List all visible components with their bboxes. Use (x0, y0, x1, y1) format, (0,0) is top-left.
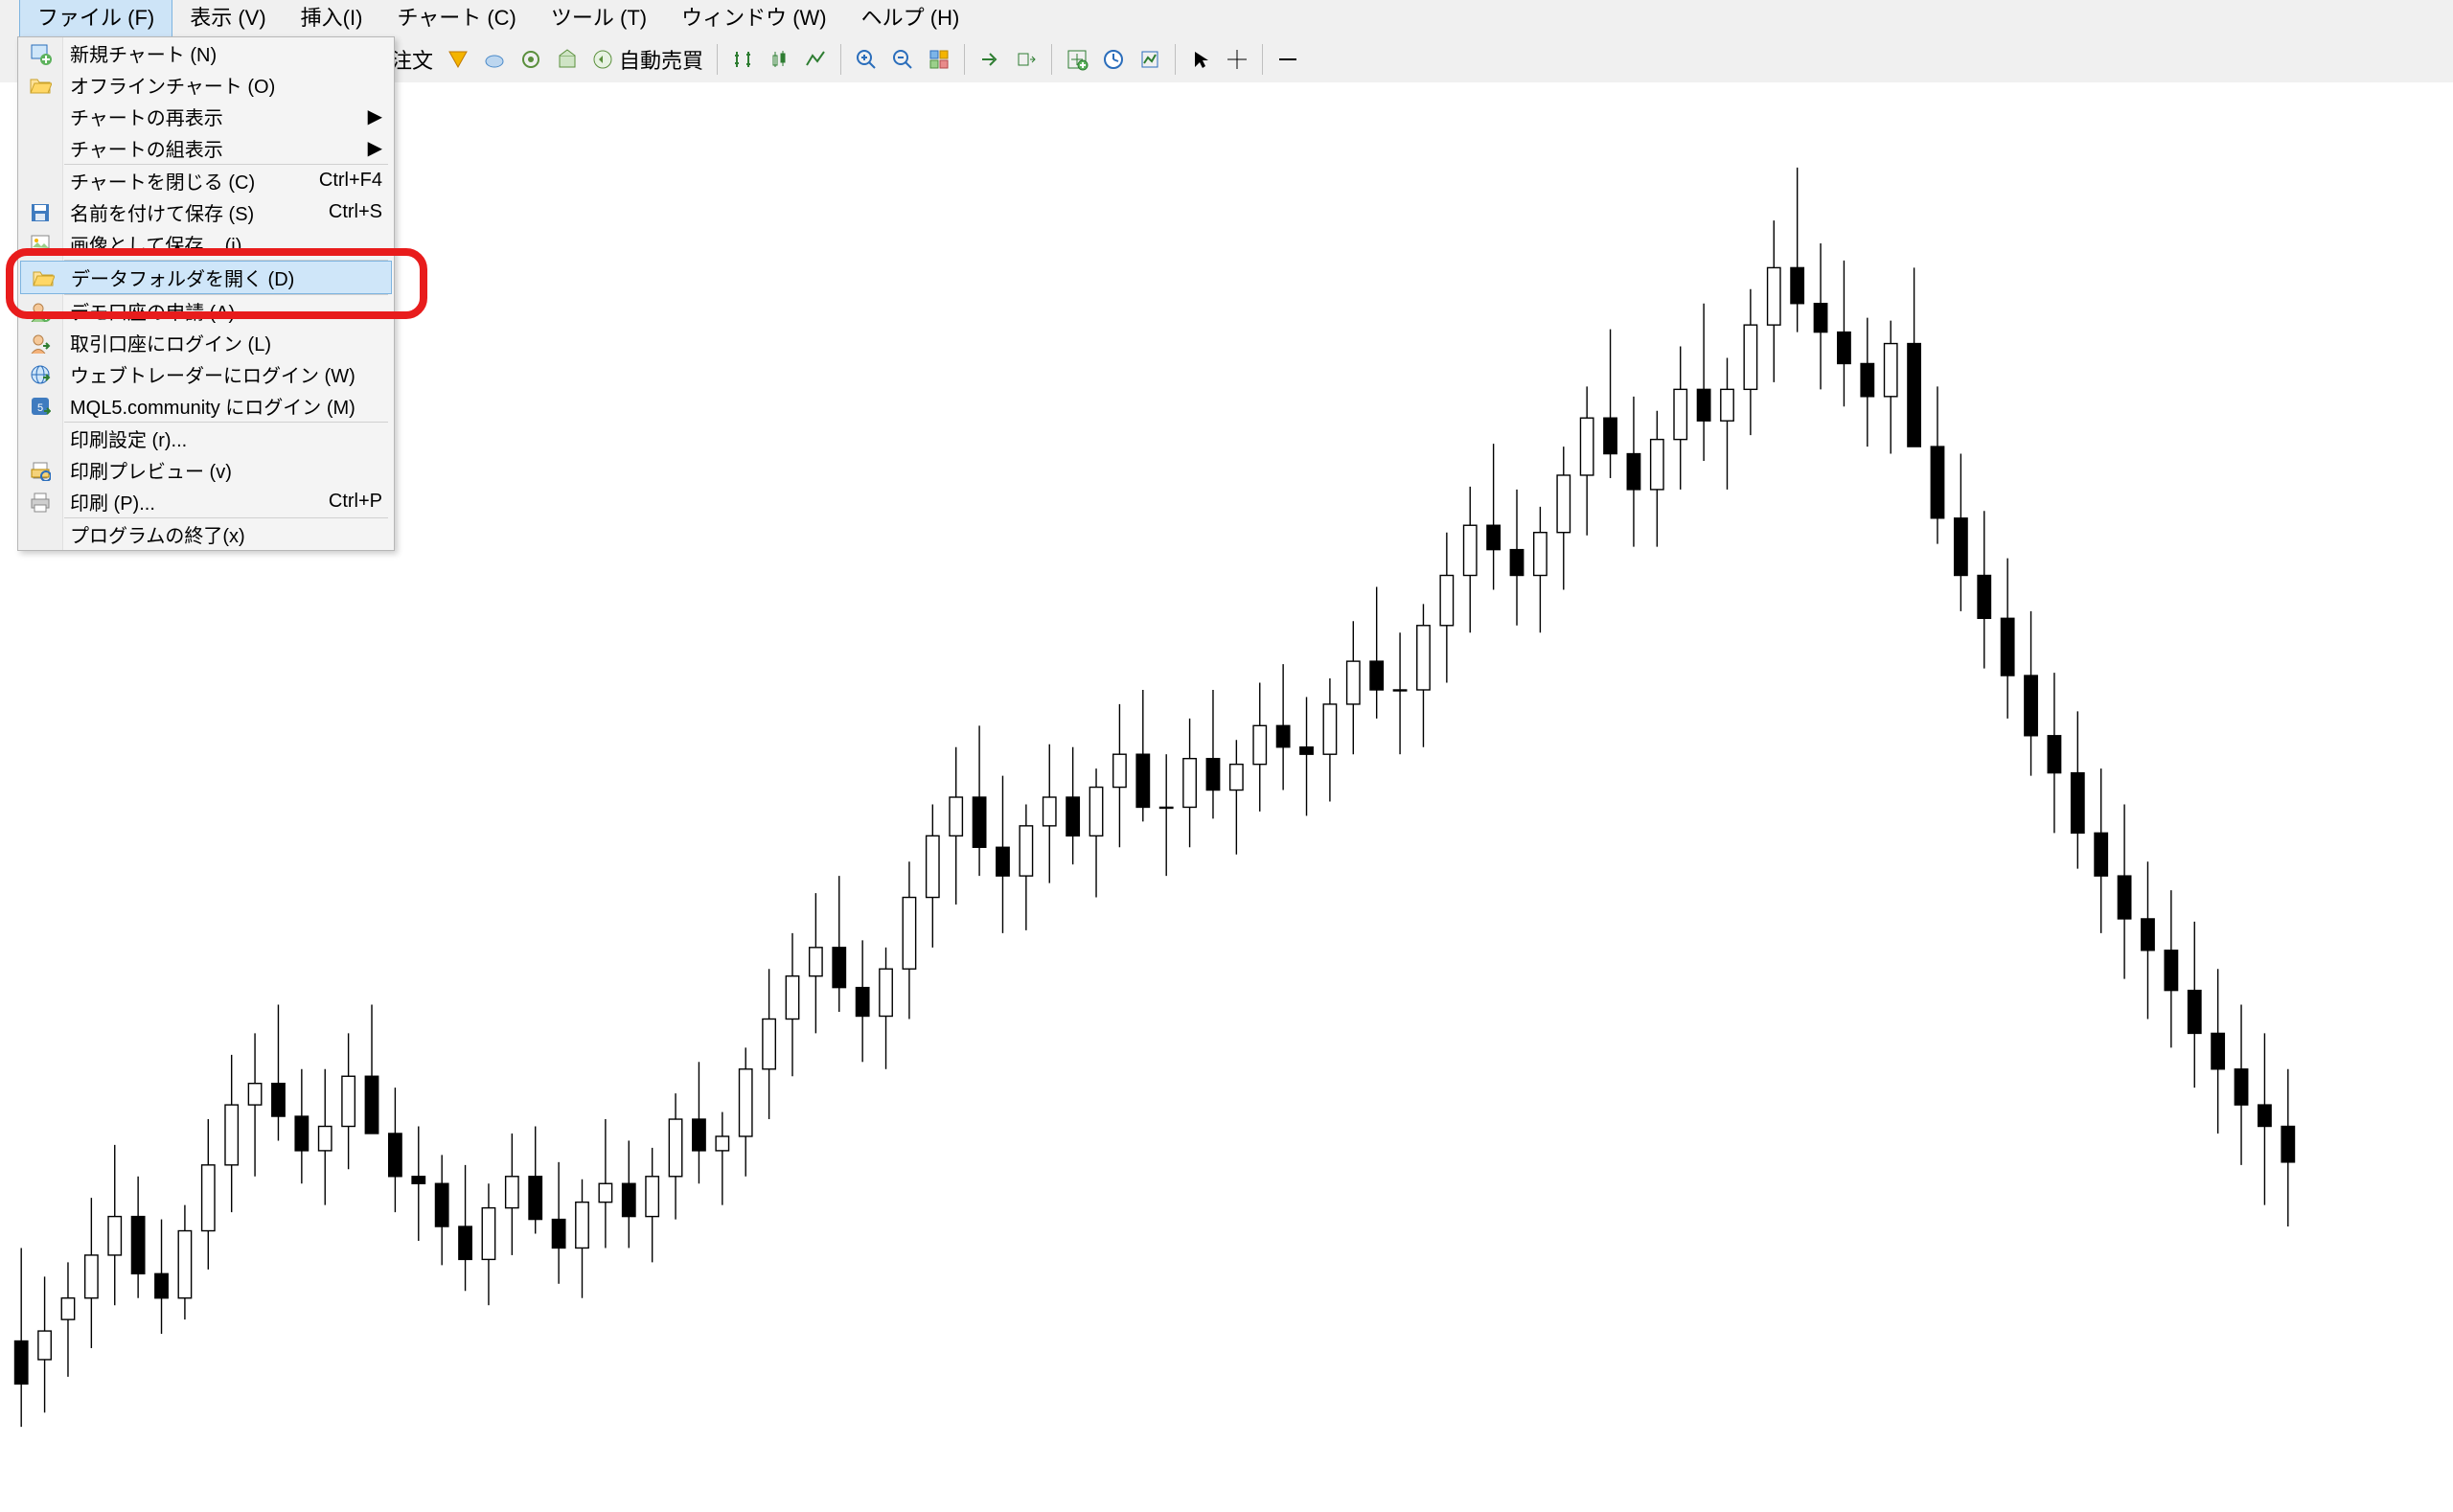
cloud-icon[interactable] (477, 42, 512, 77)
menu-item-label: 新規チャート (N) (70, 39, 217, 67)
toolbar-separator (964, 44, 965, 75)
horizontal-line-icon[interactable] (1271, 42, 1305, 77)
candlestick-chart-icon[interactable] (762, 42, 796, 77)
auto-scroll-icon[interactable] (973, 42, 1007, 77)
file-menu-item-15[interactable]: プログラムの終了(x) (18, 518, 394, 550)
tile-windows-icon[interactable] (922, 42, 956, 77)
menu-window[interactable]: ウィンドウ (W) (664, 0, 844, 36)
file-menu-item-10[interactable]: ウェブトレーダーにログイン (W) (18, 358, 394, 390)
auto-trade-label: 自動売買 (619, 44, 703, 75)
toolbar-separator (840, 44, 841, 75)
menu-help-label: ヘルプ (H) (861, 6, 960, 30)
user-add-icon (26, 297, 55, 326)
file-menu-item-8[interactable]: デモ口座の申請 (A) (18, 295, 394, 327)
order-label: 注文 (391, 44, 433, 75)
zoom-out-icon[interactable] (885, 42, 920, 77)
file-menu-item-6[interactable]: 画像として保存... (i) (18, 228, 394, 260)
toolbar-separator (1051, 44, 1052, 75)
periodicity-icon[interactable] (1096, 42, 1131, 77)
bar-chart-icon[interactable] (725, 42, 760, 77)
folder-open-icon (26, 71, 55, 100)
menu-help[interactable]: ヘルプ (H) (844, 0, 977, 36)
auto-trade-button[interactable]: 自動売買 (586, 43, 709, 76)
blank-icon (26, 520, 55, 549)
file-menu-item-7[interactable]: データフォルダを開く (D) (20, 261, 392, 294)
submenu-arrow-icon: ▶ (368, 136, 382, 160)
chart-shift-icon[interactable] (1009, 42, 1043, 77)
menu-item-label: 名前を付けて保存 (S) (70, 198, 254, 226)
mql5-icon: 5 (26, 392, 55, 421)
menu-tools-label: ツール (T) (551, 6, 647, 30)
crosshair-icon[interactable] (1220, 42, 1254, 77)
menu-item-shortcut: Ctrl+F4 (319, 170, 382, 192)
file-menu-item-1[interactable]: オフラインチャート (O) (18, 69, 394, 101)
signal-icon[interactable] (514, 42, 548, 77)
toolbar-separator (1175, 44, 1176, 75)
menu-item-label: チャートの組表示 (70, 134, 223, 162)
file-menu-item-5[interactable]: 名前を付けて保存 (S) Ctrl+S (18, 196, 394, 228)
menu-item-label: 印刷設定 (r)... (70, 424, 187, 452)
file-menu-item-14[interactable]: 印刷 (P)... Ctrl+P (18, 486, 394, 517)
toolbar-separator (717, 44, 718, 75)
expert-advisors-icon[interactable] (441, 42, 475, 77)
menu-item-label: ウェブトレーダーにログイン (W) (70, 360, 355, 388)
menu-file[interactable]: ファイル (F) (19, 0, 172, 37)
file-menu-item-13[interactable]: 印刷プレビュー (v) (18, 454, 394, 486)
chart-plus-icon (26, 39, 55, 68)
menu-item-label: 印刷 (P)... (70, 488, 155, 515)
menu-item-shortcut: Ctrl+S (329, 201, 382, 223)
menu-file-label: ファイル (F) (37, 6, 154, 30)
blank-icon (26, 134, 55, 163)
line-chart-icon[interactable] (798, 42, 833, 77)
cursor-icon[interactable] (1183, 42, 1218, 77)
globe-icon (26, 360, 55, 389)
menu-item-label: 取引口座にログイン (L) (70, 329, 271, 356)
zoom-in-icon[interactable] (849, 42, 883, 77)
menu-item-label: データフォルダを開く (D) (71, 263, 294, 291)
menu-item-label: プログラムの終了(x) (70, 520, 245, 548)
menu-insert-label: 挿入(I) (301, 6, 363, 30)
file-menu-item-0[interactable]: 新規チャート (N) (18, 37, 394, 69)
menu-bar: ファイル (F) 表示 (V) 挿入(I) チャート (C) ツール (T) ウ… (0, 0, 2453, 37)
print-icon (26, 488, 55, 516)
file-menu-item-3[interactable]: チャートの組表示 ▶ (18, 132, 394, 164)
save-icon (26, 198, 55, 227)
user-login-icon (26, 329, 55, 357)
auto-trade-icon (592, 49, 613, 70)
folder-open-icon (29, 263, 57, 292)
print-preview-icon (26, 456, 55, 485)
menu-tools[interactable]: ツール (T) (534, 0, 664, 36)
menu-insert[interactable]: 挿入(I) (284, 0, 380, 36)
menu-item-label: チャートを閉じる (C) (70, 167, 255, 195)
market-icon[interactable] (550, 42, 585, 77)
file-menu-dropdown: 新規チャート (N)オフラインチャート (O)チャートの再表示▶チャートの組表示… (17, 36, 395, 551)
svg-text:5: 5 (37, 402, 43, 414)
file-menu-item-9[interactable]: 取引口座にログイン (L) (18, 327, 394, 358)
toolbar-separator (1262, 44, 1263, 75)
menu-view-label: 表示 (V) (190, 6, 265, 30)
menu-item-label: 印刷プレビュー (v) (70, 456, 232, 484)
menu-item-label: チャートの再表示 (70, 103, 223, 130)
menu-item-label: 画像として保存... (i) (70, 230, 241, 258)
indicators-icon[interactable] (1060, 42, 1094, 77)
menu-item-label: オフラインチャート (O) (70, 71, 275, 99)
blank-icon (26, 424, 55, 453)
menu-item-label: MQL5.community にログイン (M) (70, 392, 355, 420)
file-menu-item-2[interactable]: チャートの再表示 ▶ (18, 101, 394, 132)
menu-chart-label: チャート (C) (397, 6, 516, 30)
menu-item-label: デモ口座の申請 (A) (70, 297, 235, 325)
submenu-arrow-icon: ▶ (368, 104, 382, 128)
templates-icon[interactable] (1133, 42, 1167, 77)
file-menu-item-11[interactable]: 5 MQL5.community にログイン (M) (18, 390, 394, 422)
blank-icon (26, 167, 55, 195)
file-menu-item-12[interactable]: 印刷設定 (r)... (18, 423, 394, 454)
file-menu-item-4[interactable]: チャートを閉じる (C) Ctrl+F4 (18, 165, 394, 196)
image-save-icon (26, 230, 55, 259)
menu-item-shortcut: Ctrl+P (329, 491, 382, 513)
menu-chart[interactable]: チャート (C) (379, 0, 533, 36)
menu-window-label: ウィンドウ (W) (681, 6, 827, 30)
blank-icon (26, 103, 55, 131)
menu-view[interactable]: 表示 (V) (172, 0, 283, 36)
